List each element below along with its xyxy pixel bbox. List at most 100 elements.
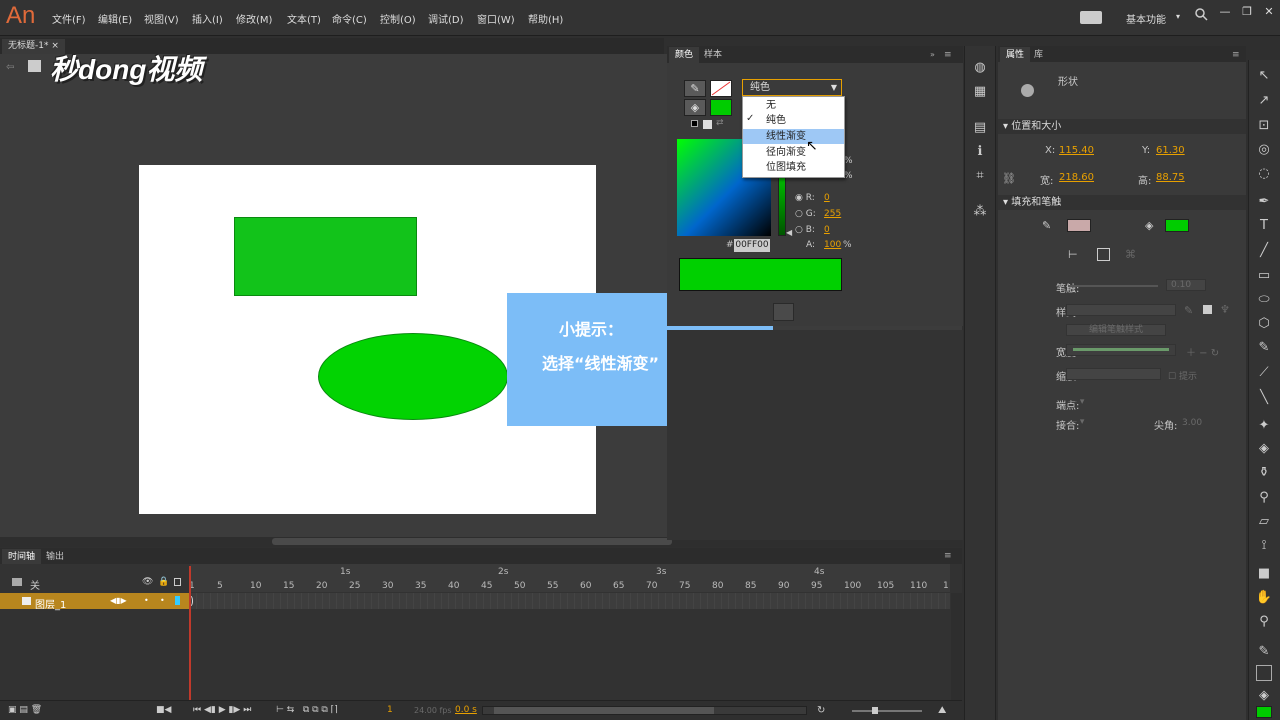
ink-bottle-tool-icon[interactable]: ⚱ (1254, 465, 1274, 483)
zoom-slider[interactable] (852, 710, 922, 712)
cap-select[interactable]: — ▾ (1068, 397, 1084, 407)
width-value[interactable]: 218.60 (1059, 172, 1094, 183)
option-bitmap-fill[interactable]: 位图填充 (743, 160, 844, 175)
fill-color-bucket-icon[interactable]: ◈ (684, 99, 706, 116)
current-frame[interactable]: 1 (387, 705, 393, 715)
add-to-swatches-button[interactable] (773, 303, 794, 321)
menu-file[interactable]: 文件(F) (52, 11, 86, 26)
menu-command[interactable]: 命令(C) (332, 11, 367, 26)
layer-frames[interactable] (190, 593, 950, 609)
swatches-grid-icon[interactable]: ▦ (970, 84, 990, 102)
panel-menu-icon[interactable]: ≡ (944, 551, 952, 561)
hex-input[interactable]: 00FF00 (734, 239, 770, 252)
fill-color-tool-icon[interactable]: ◈ (1254, 688, 1274, 706)
playback-controls[interactable]: ⏮ ◀▮ ▶ ▮▶ ⏭ (193, 705, 251, 715)
restore-button[interactable]: ❐ (1236, 4, 1258, 20)
stroke-value[interactable]: 0.10 (1166, 279, 1206, 291)
tab-swatches[interactable]: 样本 (698, 47, 728, 63)
miter-value[interactable]: 3.00 (1182, 418, 1202, 428)
join-select[interactable]: — ▾ (1068, 417, 1084, 427)
fill-color-swatch[interactable] (710, 99, 732, 116)
rectangle-tool-icon[interactable]: ▭ (1254, 268, 1274, 286)
width-tools-icon[interactable]: ＋ − ↻ (1186, 344, 1219, 359)
edit-stroke-style-button[interactable]: 编辑笔触样式 (1066, 324, 1166, 336)
layer-name[interactable]: 图层_1 (35, 596, 66, 611)
width-tool-icon[interactable]: ⟟ (1254, 538, 1274, 556)
section-fill-stroke[interactable]: ▾ 填充和笔触 (998, 195, 1246, 210)
x-value[interactable]: 115.40 (1059, 145, 1094, 156)
green-ellipse-shape[interactable] (318, 333, 508, 420)
playhead[interactable] (189, 566, 191, 700)
option-solid[interactable]: 纯色 (743, 113, 844, 128)
paint-brush-tool-icon[interactable]: ⟋ (1254, 365, 1274, 383)
edit-stroke-pencil-icon[interactable]: ✎ (1184, 304, 1193, 317)
menu-help[interactable]: 帮助(H) (528, 11, 563, 26)
hint-checkbox[interactable]: ☐ 提示 (1168, 369, 1197, 382)
swap-colors-icon[interactable]: ⇄ (716, 118, 724, 128)
stroke-color-pencil-icon[interactable]: ✎ (684, 80, 706, 97)
elapsed-time[interactable]: 0.0 s (455, 705, 477, 715)
3d-rotation-tool-icon[interactable]: ◎ (1254, 142, 1274, 160)
style-select[interactable] (1066, 304, 1176, 316)
object-draw-icon[interactable] (1097, 248, 1110, 261)
brush-tool-icon[interactable]: ╲ (1254, 390, 1274, 408)
menu-modify[interactable]: 修改(M) (236, 11, 272, 26)
menu-text[interactable]: 文本(T) (287, 11, 321, 26)
y-value[interactable]: 61.30 (1156, 145, 1185, 156)
center-playhead-icon[interactable]: ↻ (817, 705, 825, 716)
hand-tool-icon[interactable]: ✋ (1254, 590, 1274, 608)
tab-color[interactable]: 颜色 (669, 47, 700, 63)
zoom-slider-thumb[interactable] (872, 707, 878, 714)
timeline-ruler[interactable] (190, 564, 950, 592)
panel-menu-icon[interactable]: ≡ (1232, 50, 1240, 60)
close-button[interactable]: ✕ (1258, 4, 1280, 20)
b-value[interactable]: 0 (824, 225, 830, 235)
r-radio[interactable]: ◉ R: (795, 193, 815, 203)
eye-icon[interactable]: 👁 (142, 577, 153, 587)
option-radial-gradient[interactable]: 径向渐变 (743, 145, 844, 160)
info-icon[interactable]: ℹ (970, 144, 990, 162)
brush-icon[interactable]: ⌘ (1125, 248, 1136, 261)
scale-select[interactable] (1066, 368, 1161, 380)
text-tool-icon[interactable]: T (1254, 218, 1274, 236)
pen-tool-icon[interactable]: ✒ (1254, 194, 1274, 212)
lasso-tool-icon[interactable]: ◌ (1254, 166, 1274, 184)
oval-tool-icon[interactable]: ⬭ (1254, 292, 1274, 310)
green-rectangle-shape[interactable] (234, 217, 417, 296)
camera-tool-icon[interactable]: ■ (1254, 566, 1274, 584)
stroke-swatch[interactable] (1067, 219, 1091, 232)
polystar-tool-icon[interactable]: ⬡ (1254, 316, 1274, 334)
black-white-icon[interactable] (691, 120, 698, 127)
tab-output[interactable]: 输出 (40, 549, 70, 565)
save-style-icon[interactable] (1203, 305, 1212, 314)
section-position-size[interactable]: ▾ 位置和大小 (998, 119, 1246, 134)
subselection-tool-icon[interactable]: ↗ (1254, 93, 1274, 111)
option-linear-gradient[interactable]: 线性渐变 (743, 129, 844, 144)
free-transform-tool-icon[interactable]: ⊡ (1254, 118, 1274, 136)
link-icon[interactable]: ⛓ (1002, 172, 1016, 185)
minimize-button[interactable]: — (1214, 4, 1236, 20)
alpha-value[interactable]: 100 (824, 240, 841, 250)
layer-color-swatch[interactable] (175, 596, 180, 605)
mountain-icon[interactable]: ⛰ (938, 705, 946, 716)
timeline-vertical-scrollbar[interactable] (951, 593, 962, 700)
selection-tool-icon[interactable]: ↖ (1254, 68, 1274, 86)
r-value[interactable]: 0 (824, 193, 830, 203)
color-wheel-icon[interactable]: ◍ (970, 60, 990, 78)
search-icon[interactable] (1194, 7, 1208, 21)
option-none[interactable]: 无 (743, 98, 844, 113)
bone-tool-icon[interactable]: ✦ (1254, 418, 1274, 436)
height-value[interactable]: 88.75 (1156, 172, 1185, 183)
stroke-hint-icon[interactable]: ⊢ (1068, 248, 1078, 261)
menu-debug[interactable]: 调试(D) (428, 11, 464, 26)
back-arrow-icon[interactable]: ⇦ (6, 62, 14, 73)
panel-collapse-icon[interactable]: » (930, 50, 935, 59)
components-icon[interactable]: ⁂ (970, 204, 990, 222)
line-tool-icon[interactable]: ╱ (1254, 243, 1274, 261)
gamepad-icon[interactable] (1080, 11, 1102, 24)
tab-properties[interactable]: 属性 (1000, 47, 1031, 63)
pencil-tool-icon[interactable]: ✎ (1254, 340, 1274, 358)
width-profile-select[interactable] (1066, 344, 1176, 356)
stroke-color-swatch[interactable] (710, 80, 732, 97)
timeline-scroll-thumb[interactable] (494, 707, 714, 714)
